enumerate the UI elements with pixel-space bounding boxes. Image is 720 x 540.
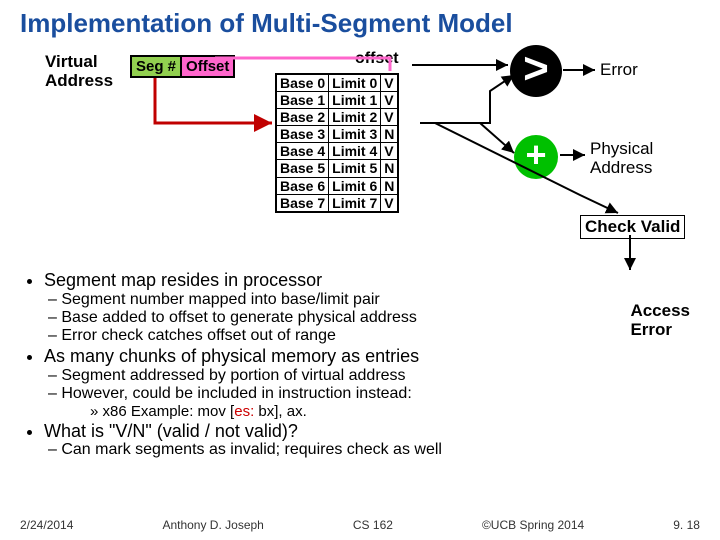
footer: 2/24/2014 Anthony D. Joseph CS 162 ©UCB … xyxy=(20,518,700,532)
segment-row-4: Base 4Limit 4V xyxy=(276,143,398,160)
bullet-list: Segment map resides in processor – Segme… xyxy=(20,270,700,460)
virtual-address-box: Seg # Offset xyxy=(130,55,235,78)
sub-2: – Base added to offset to generate physi… xyxy=(48,309,700,327)
sub-4: – Segment addressed by portion of virtua… xyxy=(48,367,700,385)
sub-7: – Can mark segments as invalid; requires… xyxy=(48,441,700,459)
bullet-2: As many chunks of physical memory as ent… xyxy=(44,346,700,367)
error-label: Error xyxy=(600,60,638,80)
segment-table: Base 0Limit 0VBase 1Limit 1VBase 2Limit … xyxy=(275,73,399,213)
footer-page: 9. 18 xyxy=(673,518,700,532)
offset-label: offset xyxy=(355,50,399,68)
footer-date: 2/24/2014 xyxy=(20,518,73,532)
segment-row-7: Base 7Limit 7V xyxy=(276,194,398,212)
virtual-address-label: VirtualAddress xyxy=(45,53,113,90)
sub-1: – Segment number mapped into base/limit … xyxy=(48,291,700,309)
bullet-3: What is "V/N" (valid / not valid)? xyxy=(44,421,700,442)
segment-row-5: Base 5Limit 5N xyxy=(276,160,398,177)
slide-title: Implementation of Multi-Segment Model xyxy=(20,8,700,39)
physical-address-label: PhysicalAddress xyxy=(590,140,653,177)
footer-author: Anthony D. Joseph xyxy=(162,518,263,532)
footer-course: CS 162 xyxy=(353,518,393,532)
bullet-1: Segment map resides in processor xyxy=(44,270,700,291)
segment-row-3: Base 3Limit 3N xyxy=(276,126,398,143)
segment-row-1: Base 1Limit 1V xyxy=(276,92,398,109)
footer-copy: ©UCB Spring 2014 xyxy=(482,518,584,532)
adder-op: + xyxy=(514,135,558,179)
seg-field: Seg # xyxy=(132,57,182,76)
access-error-label: AccessError xyxy=(630,302,690,339)
segment-row-0: Base 0Limit 0V xyxy=(276,74,398,92)
segment-row-6: Base 6Limit 6N xyxy=(276,177,398,194)
check-valid-label: Check Valid xyxy=(580,215,685,239)
sub-3: – Error check catches offset out of rang… xyxy=(48,327,700,345)
sub-5: – However, could be included in instruct… xyxy=(48,385,700,403)
comparator-op: > xyxy=(510,45,562,97)
segment-row-2: Base 2Limit 2V xyxy=(276,109,398,126)
diagram-area: VirtualAddress Seg # Offset offset Base … xyxy=(20,45,700,270)
sub-6: » x86 Example: mov [es: bx], ax. xyxy=(90,403,700,420)
offset-field: Offset xyxy=(182,57,233,76)
